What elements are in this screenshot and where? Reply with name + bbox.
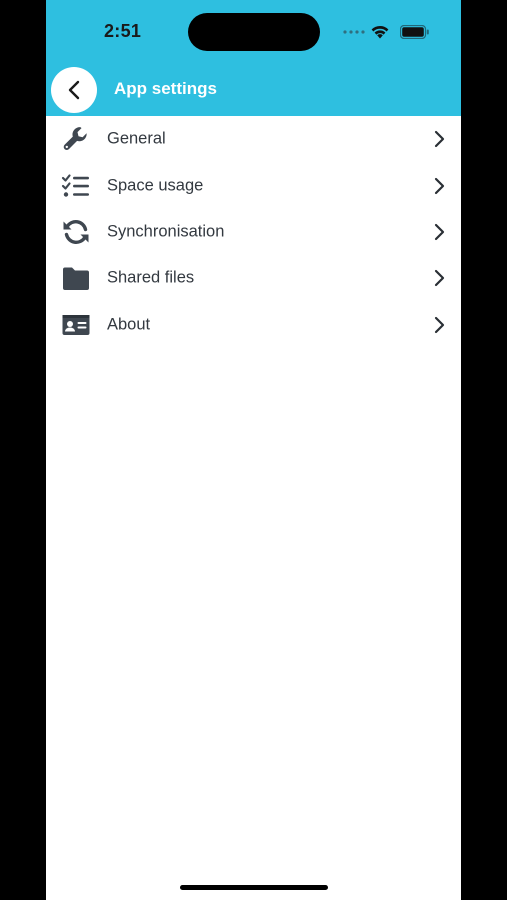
wifi-icon (371, 25, 389, 39)
sync-icon (61, 217, 91, 247)
home-indicator[interactable] (180, 885, 328, 890)
page-title: App settings (114, 79, 217, 98)
folder-icon (61, 263, 91, 293)
back-button[interactable] (51, 67, 97, 113)
menu-item-label: About (107, 315, 151, 334)
checklist-icon (61, 171, 91, 201)
dynamic-island (188, 13, 320, 51)
app-screen: 2:51 App settings General Space usage Sy… (46, 0, 461, 900)
chevron-right-icon (431, 269, 447, 287)
menu-item-label: Space usage (107, 176, 204, 195)
menu-item-synchronisation[interactable]: Synchronisation (46, 209, 461, 255)
wrench-icon (61, 124, 91, 154)
app-header: 2:51 App settings (46, 0, 461, 116)
status-time: 2:51 (104, 21, 142, 41)
chevron-left-icon (68, 80, 80, 100)
menu-item-shared-files[interactable]: Shared files (46, 255, 461, 301)
battery-icon (400, 25, 429, 39)
chevron-right-icon (431, 130, 447, 148)
menu-item-label: Shared files (107, 268, 195, 287)
menu-item-space-usage[interactable]: Space usage (46, 162, 461, 208)
menu-item-general[interactable]: General (46, 116, 461, 162)
menu-item-label: General (107, 129, 166, 148)
settings-menu: General Space usage Synchronisation Shar… (46, 116, 461, 348)
status-icons (343, 22, 455, 42)
id-card-icon (61, 310, 91, 340)
chevron-right-icon (431, 223, 447, 241)
menu-item-about[interactable]: About (46, 302, 461, 348)
chevron-right-icon (431, 177, 447, 195)
menu-item-label: Synchronisation (107, 222, 225, 241)
signal-dots-icon (343, 30, 365, 34)
chevron-right-icon (431, 316, 447, 334)
